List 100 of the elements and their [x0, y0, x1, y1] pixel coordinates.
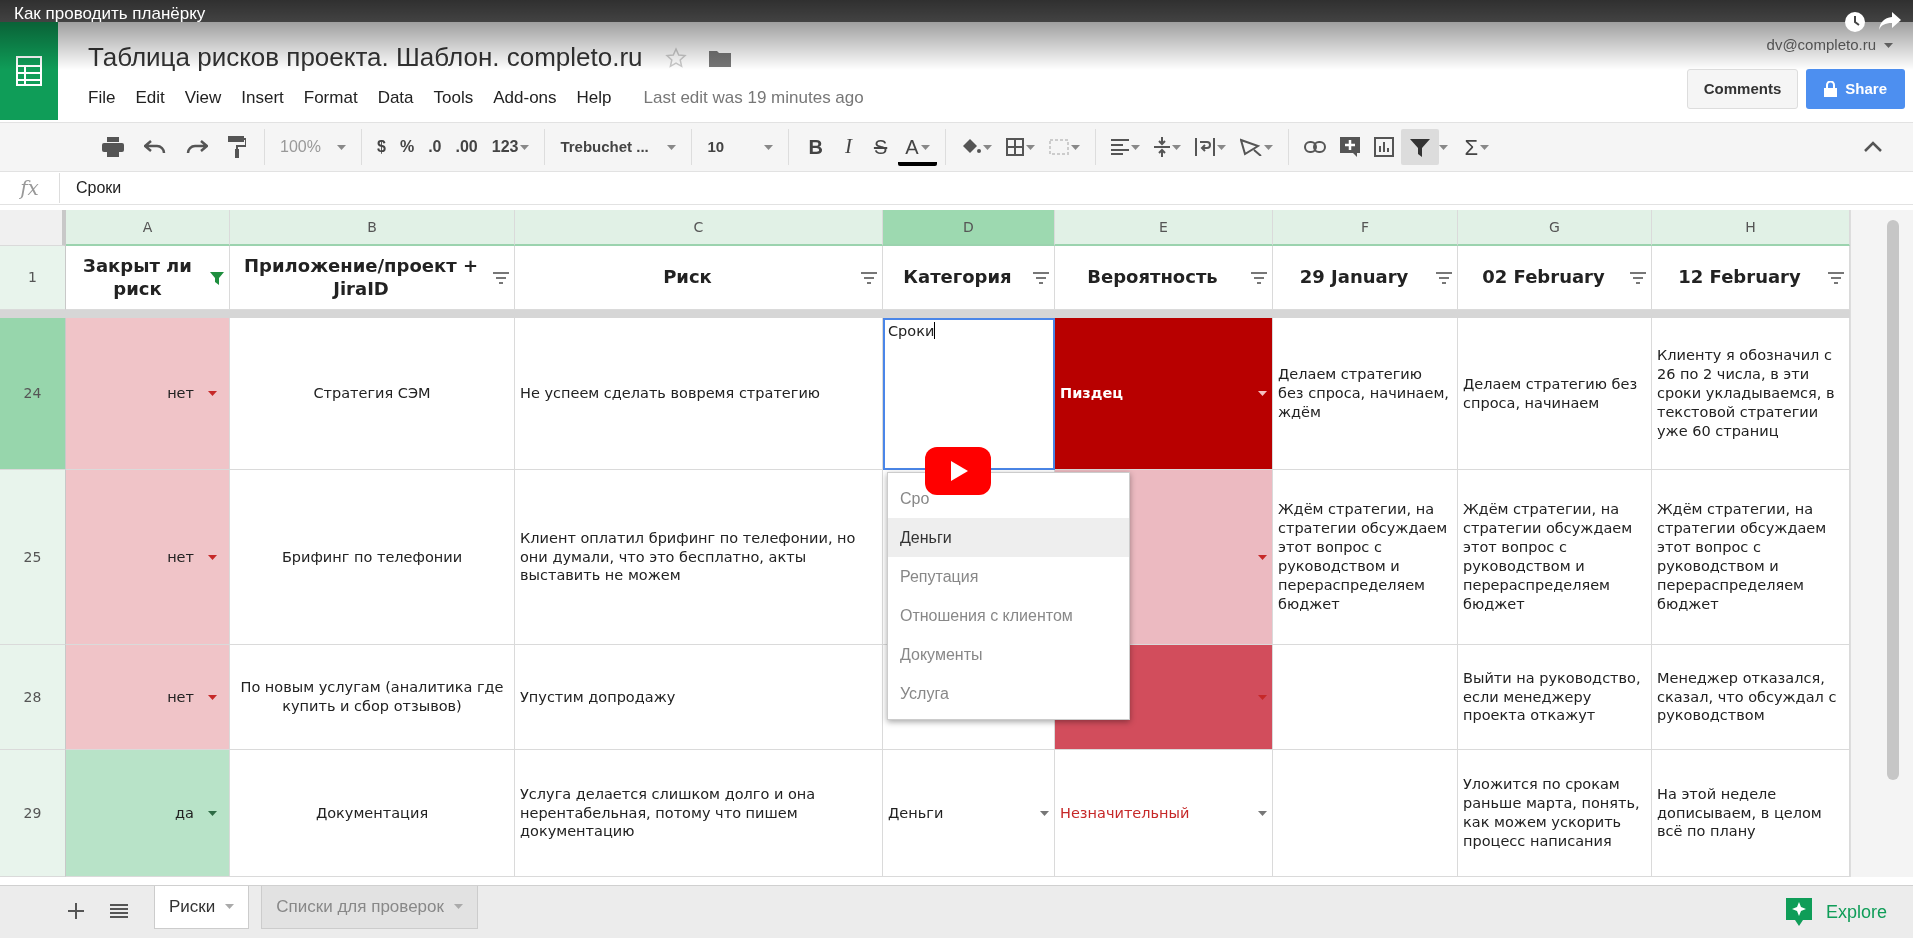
table-cell[interactable]: Ждём стратегии, на стратегии обсуждаем этот вопрос с руководством и перераспределяем бюджет — [1458, 470, 1652, 645]
paint-format-icon[interactable] — [228, 136, 246, 158]
filter-icon[interactable] — [1630, 271, 1646, 284]
document-title[interactable]: Таблица рисков проекта. Шаблон. completo.ru — [88, 38, 643, 77]
table-cell[interactable]: да — [66, 750, 230, 877]
table-cell[interactable]: По новым услугам (аналитика где купить и сбор отзывов) — [230, 645, 515, 750]
currency-button[interactable]: $ — [370, 131, 393, 163]
filter-button[interactable] — [1400, 129, 1439, 165]
menu-item[interactable]: Help — [566, 85, 622, 111]
menu-item[interactable]: Insert — [231, 85, 294, 111]
dropdown-option[interactable]: Отношения с клиентом — [888, 596, 1129, 635]
row-number[interactable]: 25 — [0, 470, 66, 645]
table-cell[interactable]: Менеджер отказался, сказал, что обсуждал с руководством — [1652, 645, 1850, 750]
dropdown-caret-icon[interactable] — [208, 810, 217, 816]
menu-item[interactable]: Edit — [125, 85, 175, 111]
filter-icon[interactable] — [1828, 271, 1844, 284]
menu-item[interactable]: Tools — [423, 85, 484, 111]
row-number[interactable]: 24 — [0, 318, 66, 470]
menu-item[interactable]: Add-ons — [483, 85, 567, 111]
table-cell[interactable]: Выйти на руководство, если менеджеру проекта откажут — [1458, 645, 1652, 750]
star-icon[interactable] — [664, 46, 687, 69]
dropdown-option[interactable]: Деньги — [888, 518, 1129, 557]
formula-field[interactable]: Сроки — [60, 176, 122, 200]
table-cell[interactable]: Ждём стратегии, на стратегии обсуждаем этот вопрос с руководством и перераспределяем бюджет — [1273, 470, 1458, 645]
table-cell[interactable]: Незначительный — [1055, 750, 1273, 877]
table-cell[interactable]: Упустим допродажу — [515, 645, 883, 750]
table-cell[interactable]: Пиздец — [1055, 318, 1273, 470]
table-cell[interactable]: Стратегия СЭМ — [230, 318, 515, 470]
table-cell[interactable]: Клиенту я обозначил с 26 по 2 числа, в эти сроки укладываемся, в текстовой стратегии уже 60 страниц — [1652, 318, 1850, 470]
column-header[interactable]: E — [1055, 210, 1273, 246]
table-cell[interactable]: Услуга делается слишком долго и она нерентабельная, потому что пишем документацию — [515, 750, 883, 877]
scrollbar-thumb[interactable] — [1887, 220, 1899, 780]
menu-item[interactable]: File — [78, 85, 126, 111]
font-size-select[interactable]: 10 — [700, 131, 781, 163]
table-cell[interactable]: Ждём стратегии, на стратегии обсуждаем этот вопрос с руководством и перераспределяем бюджет — [1652, 470, 1850, 645]
table-cell[interactable]: Брифинг по телефонии — [230, 470, 515, 645]
add-sheet-icon[interactable] — [68, 903, 84, 919]
undo-icon[interactable] — [144, 140, 166, 154]
table-cell[interactable]: Не успеем сделать вовремя стратегию — [515, 318, 883, 470]
dropdown-caret-icon[interactable] — [1258, 810, 1267, 816]
filter-icon[interactable] — [1033, 271, 1049, 284]
table-cell[interactable]: Деньги — [883, 750, 1055, 877]
dropdown-option[interactable]: Сро — [888, 479, 1129, 518]
table-cell[interactable] — [1273, 750, 1458, 877]
functions-button[interactable]: Σ — [1457, 126, 1497, 168]
dropdown-option[interactable]: Услуга — [888, 674, 1129, 713]
table-cell[interactable]: Клиент оплатил брифинг по телефонии, но они думали, что это бесплатно, акты выставить не можем — [515, 470, 883, 645]
menu-item[interactable]: View — [174, 85, 232, 111]
bold-button[interactable]: B — [801, 128, 830, 166]
column-header[interactable]: A — [66, 210, 230, 246]
menu-item[interactable]: Data — [367, 85, 424, 111]
cell-text-input[interactable]: Сроки — [888, 322, 935, 341]
decrease-decimals-button[interactable]: .0 — [421, 131, 449, 163]
dropdown-caret-icon[interactable] — [1258, 391, 1267, 396]
vertical-scrollbar[interactable] — [1850, 210, 1913, 877]
table-cell[interactable]: нет — [66, 645, 230, 750]
table-cell[interactable]: Сроки — [883, 318, 1055, 470]
folder-icon[interactable] — [708, 48, 731, 67]
menu-item[interactable]: Format — [293, 85, 368, 111]
column-header[interactable]: G — [1458, 210, 1652, 246]
table-cell[interactable]: Документация — [230, 750, 515, 877]
column-header[interactable]: D — [883, 210, 1055, 246]
number-format-select[interactable]: 123 — [484, 131, 537, 163]
print-icon[interactable] — [102, 137, 124, 157]
table-cell[interactable]: Делаем стратегию без спроса, начинаем, ждём — [1273, 318, 1458, 470]
sheet-tab[interactable]: Риски — [154, 886, 250, 929]
filter-icon[interactable] — [1251, 271, 1267, 284]
increase-decimals-button[interactable]: .00 — [448, 131, 485, 163]
table-cell[interactable]: Делаем стратегию без спроса, начинаем — [1458, 318, 1652, 470]
share-arrow-icon[interactable] — [1879, 12, 1901, 30]
row-number[interactable]: 28 — [0, 645, 66, 750]
filter-applied-icon[interactable] — [210, 270, 224, 285]
italic-button[interactable]: I — [837, 127, 859, 167]
column-header[interactable]: C — [515, 210, 883, 246]
collapse-icon[interactable] — [1863, 141, 1883, 153]
comments-button[interactable]: Comments — [1686, 68, 1799, 109]
percent-button[interactable]: % — [392, 131, 422, 163]
last-edit-link[interactable]: Last edit was 19 minutes ago — [643, 85, 864, 111]
dropdown-caret-icon[interactable] — [1040, 810, 1049, 816]
text-color-button[interactable]: A — [898, 128, 937, 166]
column-header[interactable]: F — [1273, 210, 1458, 246]
sheets-logo-icon[interactable] — [16, 56, 42, 86]
dropdown-caret-icon[interactable] — [1258, 554, 1267, 560]
table-cell[interactable]: Уложится по срокам раньше марта, понять, как можем ускорить процесс написания — [1458, 750, 1652, 877]
table-cell[interactable] — [1273, 645, 1458, 750]
dropdown-caret-icon[interactable] — [208, 694, 217, 700]
dropdown-caret-icon[interactable] — [208, 391, 217, 396]
filter-icon[interactable] — [493, 271, 509, 284]
sheet-list-icon[interactable] — [110, 903, 128, 919]
dropdown-caret-icon[interactable] — [208, 554, 217, 560]
video-title[interactable]: Как проводить планёрку — [14, 1, 206, 27]
table-cell[interactable]: нет — [66, 470, 230, 645]
column-header[interactable]: H — [1652, 210, 1850, 246]
row-number[interactable]: 1 — [0, 246, 66, 310]
dropdown-option[interactable]: Репутация — [888, 557, 1129, 596]
filter-icon[interactable] — [1436, 271, 1452, 284]
column-header[interactable]: B — [230, 210, 515, 246]
clock-icon[interactable] — [1845, 12, 1865, 32]
redo-icon[interactable] — [186, 140, 208, 154]
font-select[interactable]: Trebuchet ... — [553, 131, 684, 163]
